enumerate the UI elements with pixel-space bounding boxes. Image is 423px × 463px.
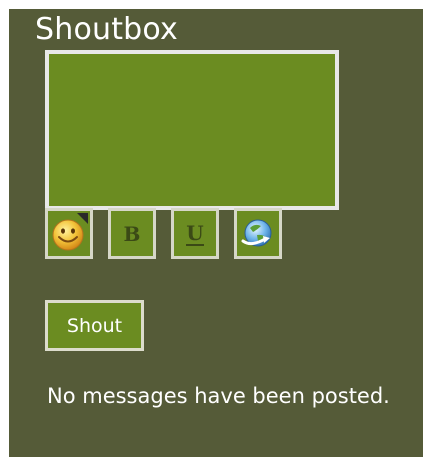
link-globe-icon <box>241 219 272 247</box>
svg-text:U: U <box>186 221 203 245</box>
smiley-icon <box>52 213 88 251</box>
shoutbox-panel: Shoutbox B U Shout No messages have been… <box>9 9 423 457</box>
svg-text:B: B <box>124 222 141 246</box>
empty-messages-text: No messages have been posted. <box>47 384 390 408</box>
shout-message-input[interactable] <box>45 50 339 210</box>
smiley-button[interactable] <box>45 208 93 259</box>
bold-button[interactable]: B <box>108 208 156 259</box>
underline-button[interactable]: U <box>171 208 219 259</box>
shout-button[interactable]: Shout <box>45 300 144 351</box>
insert-link-button[interactable] <box>234 208 282 259</box>
bold-icon: B <box>124 222 141 246</box>
underline-icon: U <box>186 221 204 246</box>
shoutbox-title: Shoutbox <box>35 12 179 47</box>
